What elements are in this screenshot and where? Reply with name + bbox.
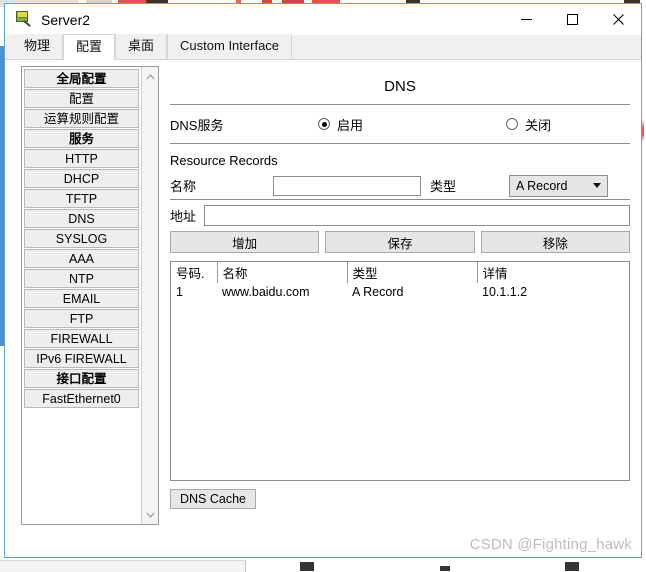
record-action-buttons: 增加 保存 移除: [170, 231, 630, 253]
dns-service-label: DNS服务: [170, 117, 224, 133]
cell-type: A Record: [352, 284, 404, 299]
remove-button[interactable]: 移除: [480, 231, 630, 253]
dns-service-on-radio[interactable]: 启用: [318, 115, 363, 134]
record-address-input[interactable]: [204, 204, 630, 226]
sidebar-item-fastethernet0[interactable]: FastEthernet0: [24, 389, 139, 408]
tab-desktop[interactable]: 桌面: [115, 34, 168, 59]
chevron-down-icon: [593, 183, 601, 188]
sidebar-list: 全局配置 配置 运算规则配置 服务 HTTP DHCP TFTP DNS SYS…: [22, 67, 141, 524]
chevron-down-icon[interactable]: [142, 506, 159, 523]
records-table: 号码. 名称 类型 详情 1 www.baidu.com A Record 10…: [171, 262, 629, 300]
minimize-icon[interactable]: [503, 4, 549, 35]
window-title: Server2: [41, 11, 91, 28]
record-address-row: 地址: [170, 200, 630, 230]
sidebar-item-ftp[interactable]: FTP: [24, 309, 139, 328]
dns-service-on-label: 启用: [337, 117, 364, 133]
sidebar-item-aaa[interactable]: AAA: [24, 249, 139, 268]
column-header-type[interactable]: 类型: [347, 262, 478, 283]
sidebar-item-firewall[interactable]: FIREWALL: [24, 329, 139, 348]
dns-service-off-label: 关闭: [525, 117, 552, 133]
tab-config[interactable]: 配置: [63, 34, 116, 60]
record-address-label: 地址: [170, 208, 197, 224]
save-button[interactable]: 保存: [325, 231, 475, 253]
add-button[interactable]: 增加: [170, 231, 320, 253]
sidebar-item-email[interactable]: EMAIL: [24, 289, 139, 308]
close-icon[interactable]: [595, 4, 641, 35]
record-name-row: 名称 类型 A Record: [170, 172, 630, 199]
table-row[interactable]: 1 www.baidu.com A Record 10.1.1.2: [171, 283, 629, 300]
window-content: 全局配置 配置 运算规则配置 服务 HTTP DHCP TFTP DNS SYS…: [5, 60, 641, 557]
background-node-2: [440, 566, 450, 571]
sidebar-item-http[interactable]: HTTP: [24, 149, 139, 168]
sidebar-item-syslog[interactable]: SYSLOG: [24, 229, 139, 248]
sidebar-item-settings[interactable]: 配置: [24, 89, 139, 108]
window-controls: [503, 4, 641, 35]
radio-off-icon: [506, 118, 519, 130]
sidebar-item-tftp[interactable]: TFTP: [24, 189, 139, 208]
sidebar-item-ntp[interactable]: NTP: [24, 269, 139, 288]
column-header-name[interactable]: 名称: [217, 262, 348, 283]
background-node-3: [565, 562, 579, 571]
sidebar-item-services[interactable]: 服务: [24, 129, 139, 148]
dns-service-off-radio[interactable]: 关闭: [506, 115, 551, 134]
maximize-icon[interactable]: [549, 4, 595, 35]
sidebar-scrollbar[interactable]: [141, 67, 158, 524]
tab-bar: 物理 配置 桌面 Custom Interface: [5, 34, 641, 60]
background-node-1: [300, 562, 314, 571]
records-table-container[interactable]: 号码. 名称 类型 详情 1 www.baidu.com A Record 10…: [170, 261, 630, 481]
sidebar-item-interface-config[interactable]: 接口配置: [24, 369, 139, 388]
radio-on-icon: [318, 118, 330, 130]
cell-number: 1: [176, 284, 183, 299]
resource-records-heading: Resource Records: [170, 153, 278, 168]
packet-tracer-server-icon: [15, 11, 32, 28]
cell-name: www.baidu.com: [222, 284, 310, 299]
chevron-up-icon[interactable]: [142, 68, 159, 85]
record-type-label: 类型: [430, 179, 457, 194]
sidebar-item-ipv6-firewall[interactable]: IPv6 FIREWALL: [24, 349, 139, 368]
sidebar-item-algorithm-settings[interactable]: 运算规则配置: [24, 109, 139, 128]
config-sidebar: 全局配置 配置 运算规则配置 服务 HTTP DHCP TFTP DNS SYS…: [21, 66, 159, 525]
dns-cache-button[interactable]: DNS Cache: [170, 489, 256, 509]
column-header-number[interactable]: 号码.: [171, 262, 218, 283]
record-type-select[interactable]: A Record: [509, 174, 608, 197]
column-header-detail[interactable]: 详情: [477, 262, 629, 283]
sidebar-item-global-config[interactable]: 全局配置: [24, 69, 139, 88]
record-type-value: A Record: [516, 178, 568, 193]
cell-detail: 10.1.1.2: [482, 284, 528, 299]
server-config-window: Server2 物理 配置 桌面 Custom Interface 全局配置 配…: [4, 3, 642, 558]
table-header-row: 号码. 名称 类型 详情: [171, 262, 629, 283]
background-bottom-panel: [0, 560, 246, 572]
dns-service-panel: DNS DNS服务 启用 关闭 Resource Records 名称 类型 A…: [170, 66, 630, 551]
tab-physical[interactable]: 物理: [11, 34, 64, 59]
sidebar-item-dhcp[interactable]: DHCP: [24, 169, 139, 188]
page-title: DNS: [384, 78, 416, 95]
record-name-input[interactable]: [273, 175, 421, 196]
dns-service-row: DNS服务 启用 关闭: [170, 105, 630, 143]
watermark: CSDN @Fighting_hawk: [469, 536, 632, 553]
record-name-label: 名称: [170, 179, 197, 194]
sidebar-item-dns[interactable]: DNS: [24, 209, 139, 228]
tab-custom-interface[interactable]: Custom Interface: [167, 34, 293, 59]
dns-cache-row: DNS Cache: [170, 489, 630, 509]
title-bar: Server2: [5, 4, 641, 35]
